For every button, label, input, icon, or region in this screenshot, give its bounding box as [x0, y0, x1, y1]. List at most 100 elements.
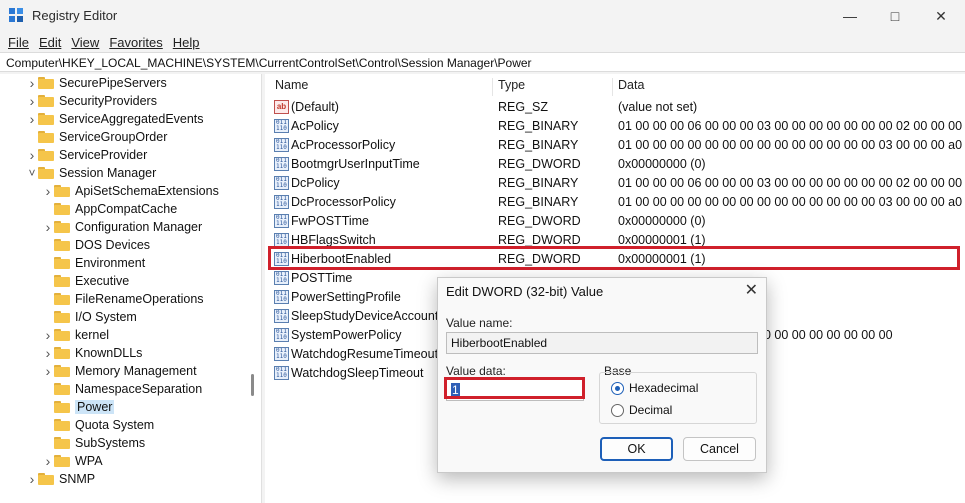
cancel-button[interactable]: Cancel [683, 437, 756, 461]
chevron-right-icon[interactable]: › [42, 344, 54, 362]
tree-item-label: AppCompatCache [75, 202, 178, 216]
tree-item[interactable]: › ApiSetSchemaExtensions [42, 182, 219, 200]
folder-icon [54, 401, 70, 413]
chevron-right-icon[interactable]: › [26, 110, 38, 128]
tree-item-label: DOS Devices [75, 238, 151, 252]
menu-file[interactable]: File [4, 35, 33, 50]
binary-value-icon: 011 110 [274, 214, 289, 228]
tree-item-label: KnownDLLs [75, 346, 143, 360]
tree-item[interactable]: Executive [42, 272, 129, 290]
tree-item[interactable]: AppCompatCache [42, 200, 177, 218]
tree-item-label: Memory Management [75, 364, 197, 378]
tree-item[interactable]: SubSystems [42, 434, 145, 452]
tree-item-label: NamespaceSeparation [75, 382, 203, 396]
chevron-right-icon[interactable]: › [26, 92, 38, 110]
menu-edit[interactable]: Edit [35, 35, 65, 50]
value-type: REG_BINARY [498, 176, 579, 190]
folder-icon [54, 293, 70, 305]
chevron-right-icon[interactable]: › [42, 452, 54, 470]
chevron-right-icon[interactable]: › [26, 146, 38, 164]
tree-item[interactable]: ˅ Session Manager [26, 164, 156, 182]
menu-help[interactable]: Help [169, 35, 204, 50]
value-row[interactable]: ab (Default) REG_SZ (value not set) [265, 98, 965, 117]
column-header-type[interactable]: Type [498, 78, 525, 92]
tree-item[interactable]: › SecurityProviders [26, 92, 157, 110]
chevron-down-icon[interactable]: ˅ [26, 164, 38, 182]
tree-scrollbar[interactable] [251, 374, 254, 396]
tree-item[interactable]: › ServiceAggregatedEvents [26, 110, 204, 128]
tree-item[interactable]: › kernel [42, 326, 109, 344]
tree-item[interactable]: Environment [42, 254, 145, 272]
column-header-data[interactable]: Data [618, 78, 644, 92]
binary-value-icon: 011 110 [274, 195, 289, 209]
chevron-right-icon[interactable]: › [42, 218, 54, 236]
tree-item[interactable]: Power [42, 398, 115, 416]
value-name: AcPolicy [291, 119, 339, 133]
binary-value-icon: 011 110 [274, 328, 289, 342]
column-header-name[interactable]: Name [275, 78, 308, 92]
tree-item[interactable]: › ServiceProvider [26, 146, 148, 164]
folder-icon [38, 473, 54, 485]
value-row[interactable]: 011 110 AcProcessorPolicy REG_BINARY 01 00 … [265, 136, 965, 155]
value-row[interactable]: 011 110 AcPolicy REG_BINARY 01 00 00 00 06 … [265, 117, 965, 136]
column-separator[interactable] [492, 78, 493, 96]
folder-icon [54, 275, 70, 287]
value-type: REG_BINARY [498, 119, 579, 133]
folder-icon [38, 149, 54, 161]
folder-icon [38, 167, 54, 179]
binary-value-icon: 011 110 [274, 233, 289, 247]
tree-item[interactable]: I/O System [42, 308, 137, 326]
tree-item-label: ServiceAggregatedEvents [59, 112, 204, 126]
base-group-box [599, 372, 757, 424]
tree-item[interactable]: ServiceGroupOrder [26, 128, 167, 146]
value-type: REG_DWORD [498, 214, 581, 228]
tree-item[interactable]: › KnownDLLs [42, 344, 143, 362]
window-title: Registry Editor [32, 8, 118, 23]
value-name-label: Value name: [446, 316, 513, 330]
tree-item[interactable]: › Memory Management [42, 362, 197, 380]
ok-button[interactable]: OK [600, 437, 673, 461]
value-data: 0x00000001 (1) [618, 233, 706, 247]
value-name-field[interactable]: HiberbootEnabled [446, 332, 758, 354]
tree-item[interactable]: DOS Devices [42, 236, 150, 254]
tree-item[interactable]: FileRenameOperations [42, 290, 204, 308]
folder-icon [38, 113, 54, 125]
value-row[interactable]: 011 110 DcProcessorPolicy REG_BINARY 01 00 … [265, 193, 965, 212]
chevron-right-icon[interactable]: › [26, 74, 38, 92]
dialog-close-icon[interactable]: ✕ [745, 280, 758, 300]
address-bar[interactable]: Computer\HKEY_LOCAL_MACHINE\SYSTEM\Curre… [0, 52, 965, 72]
menu-favorites[interactable]: Favorites [105, 35, 166, 50]
binary-value-icon: 011 110 [274, 176, 289, 190]
tree-item-label: SecurityProviders [59, 94, 157, 108]
tree-item-label: kernel [75, 328, 110, 342]
value-row[interactable]: 011 110 DcPolicy REG_BINARY 01 00 00 00 06 … [265, 174, 965, 193]
tree-item-label: Environment [75, 256, 146, 270]
close-icon[interactable]: ✕ [918, 0, 964, 32]
chevron-right-icon[interactable]: › [42, 326, 54, 344]
column-separator[interactable] [612, 78, 613, 96]
menu-view[interactable]: View [67, 35, 103, 50]
binary-value-icon: 011 110 [274, 366, 289, 380]
minimize-icon[interactable]: — [827, 0, 873, 32]
chevron-right-icon[interactable]: › [42, 362, 54, 380]
value-row[interactable]: 011 110 FwPOSTTime REG_DWORD 0x00000000 (0) [265, 212, 965, 231]
chevron-right-icon[interactable]: › [26, 470, 38, 488]
key-tree[interactable]: › SecurePipeServers › SecurityProviders › Ser… [0, 74, 262, 503]
tree-item[interactable]: › SNMP [26, 470, 95, 488]
tree-item[interactable]: › Configuration Manager [42, 218, 203, 236]
maximize-icon[interactable]: □ [872, 0, 918, 32]
tree-item-label: Quota System [75, 418, 155, 432]
tree-item[interactable]: Quota System [42, 416, 154, 434]
value-row[interactable]: 011 110 BootmgrUserInputTime REG_DWORD 0x00… [265, 155, 965, 174]
tree-item-label: I/O System [75, 310, 137, 324]
tree-item[interactable]: › SecurePipeServers [26, 74, 167, 92]
value-type: REG_DWORD [498, 157, 581, 171]
dialog-title: Edit DWORD (32-bit) Value [446, 284, 604, 299]
tree-item[interactable]: NamespaceSeparation [42, 380, 202, 398]
chevron-right-icon[interactable]: › [42, 182, 54, 200]
title-bar: Registry Editor — □ ✕ [0, 0, 965, 32]
value-data: 0x00000000 (0) [618, 214, 706, 228]
tree-item[interactable]: › WPA [42, 452, 103, 470]
